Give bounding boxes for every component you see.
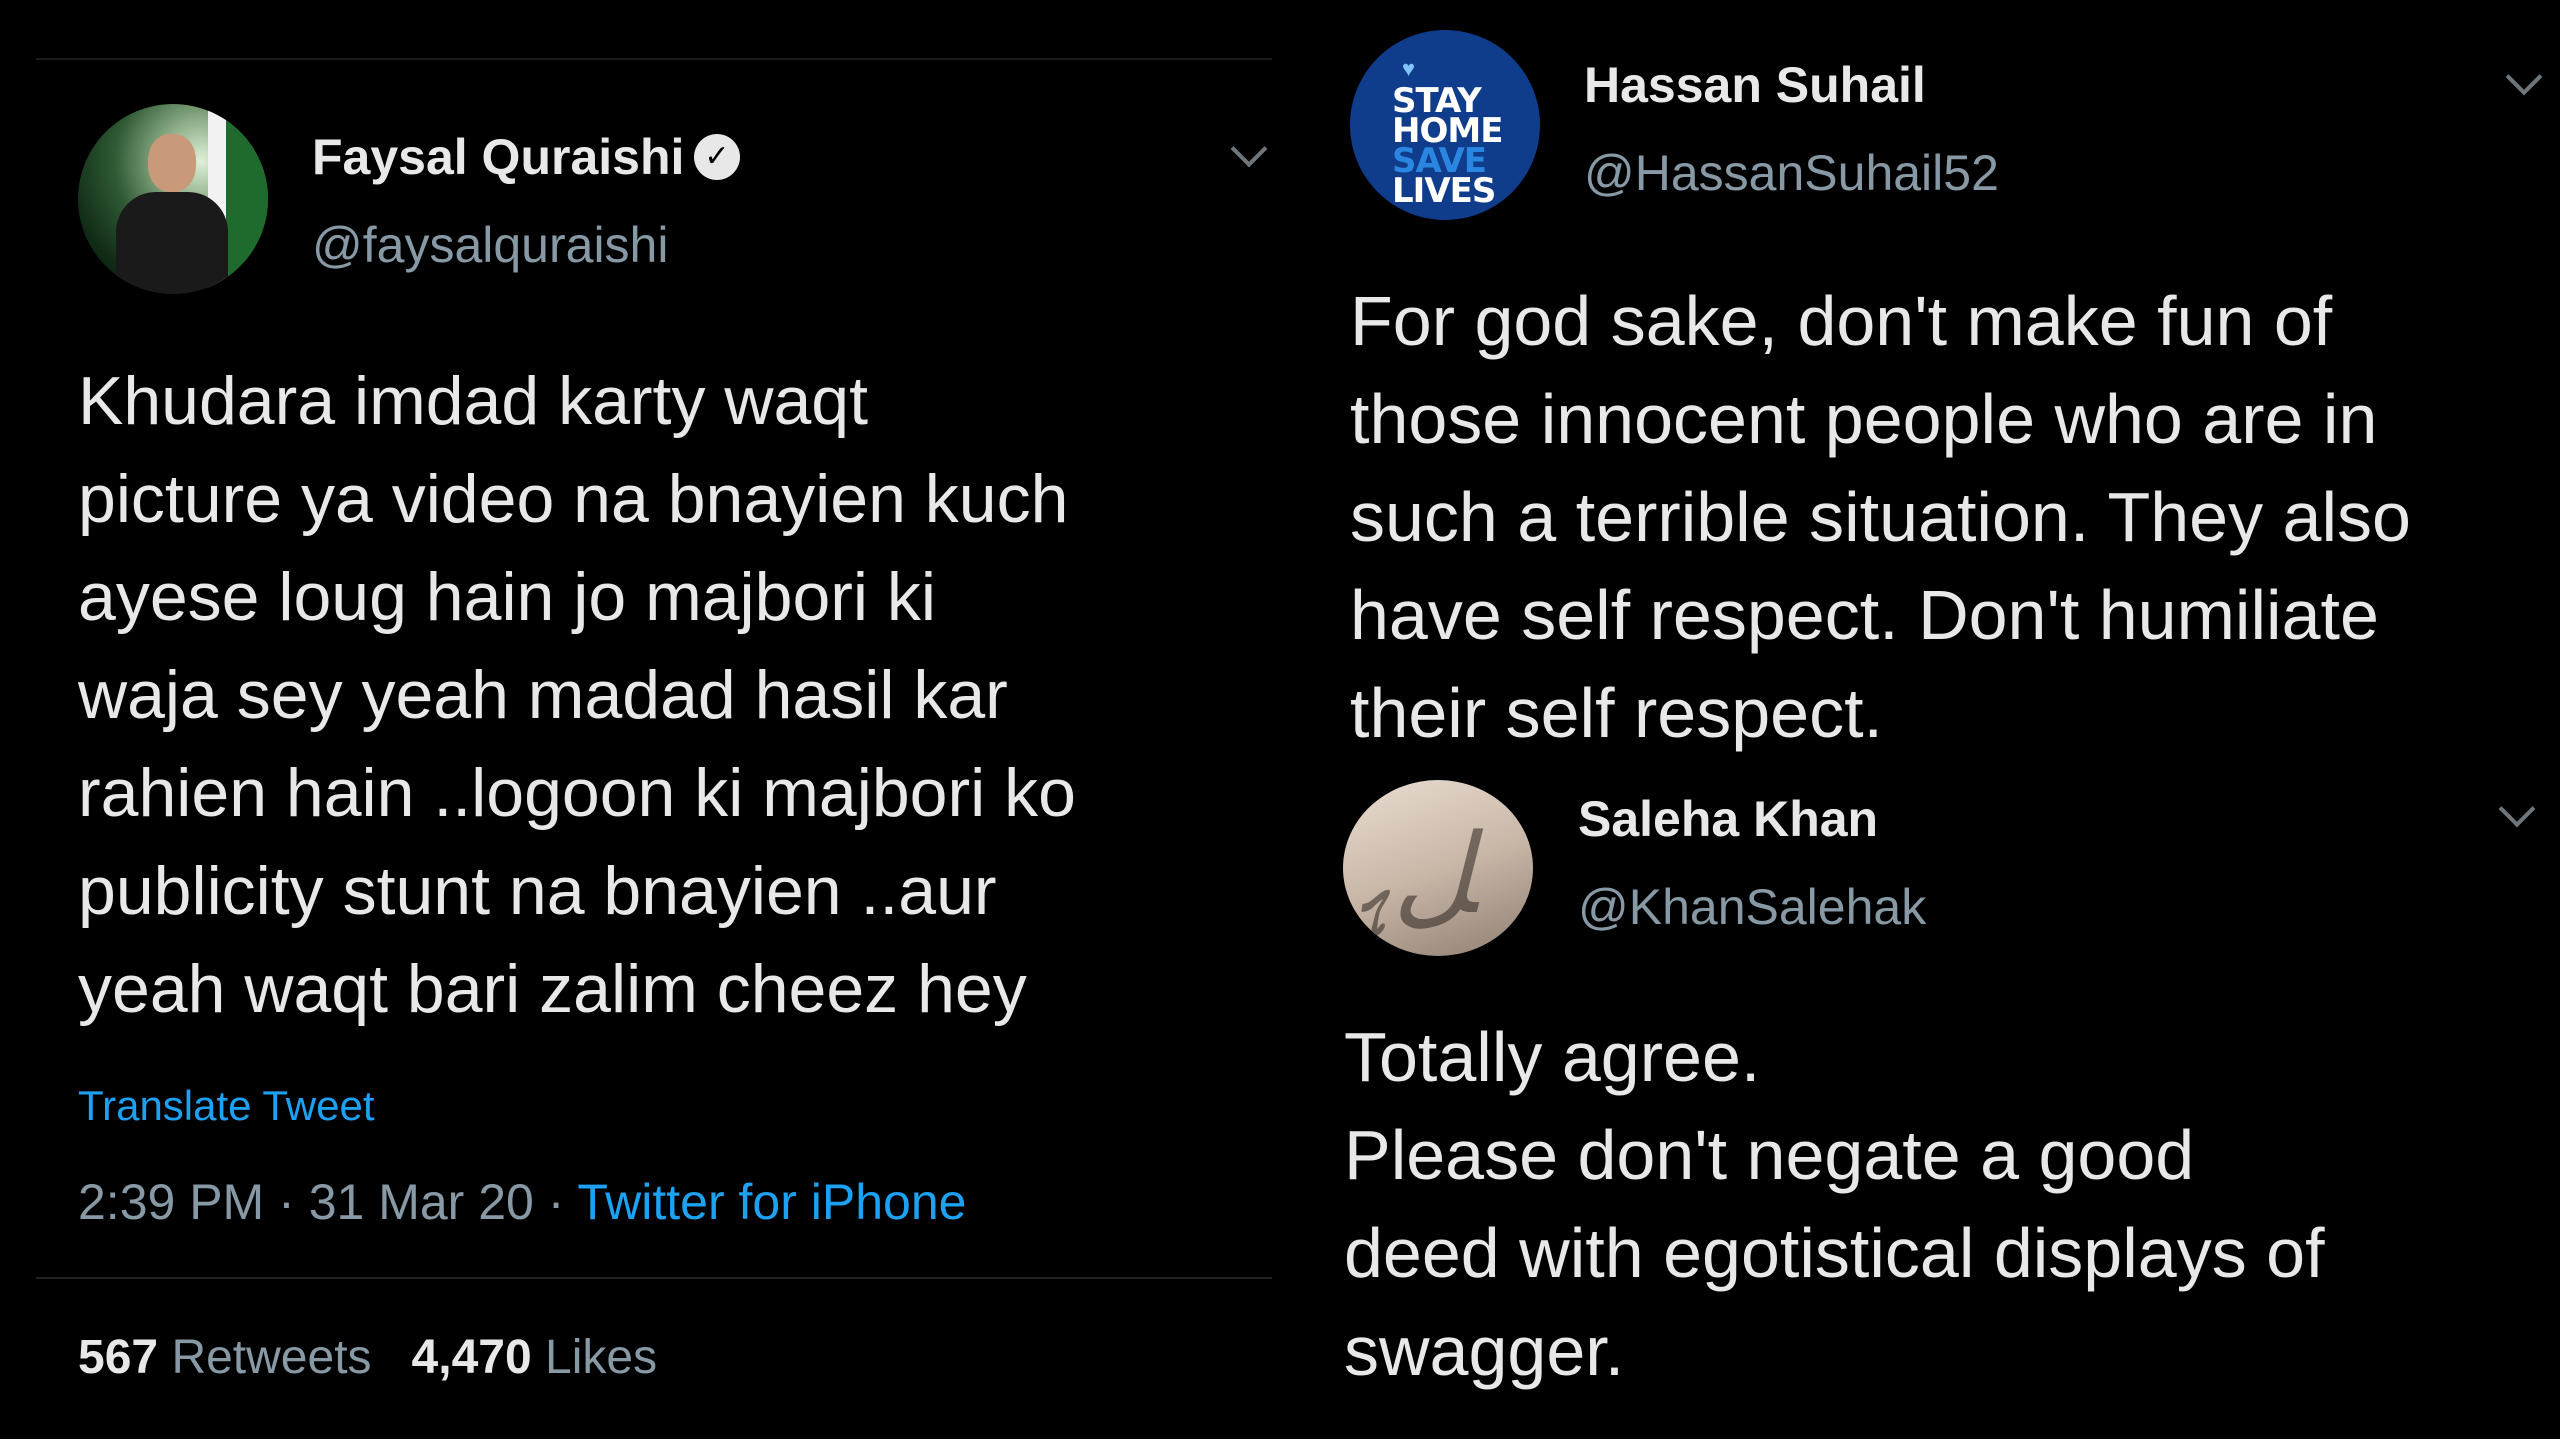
reply-author-handle[interactable]: @HassanSuhail52: [1584, 144, 1999, 202]
tweet-source-link[interactable]: Twitter for iPhone: [577, 1174, 966, 1230]
reply-author-name[interactable]: Saleha Khan: [1578, 790, 1878, 848]
author-handle[interactable]: @faysalquraishi: [312, 216, 668, 274]
avatar-person-head: [148, 134, 196, 192]
retweets-count: 567: [78, 1331, 159, 1384]
saleha-avatar[interactable]: ﻞﮨ: [1343, 780, 1533, 956]
reply-line: deed with egotistical displays of: [1344, 1214, 2325, 1292]
retweets-label: Retweets: [171, 1331, 372, 1384]
reply-line: have self respect. Don't humiliate: [1350, 576, 2379, 654]
likes-stat[interactable]: 4,470 Likes: [412, 1331, 658, 1384]
tweet-meta: 2:39 PM · 31 Mar 20 · Twitter for iPhone: [78, 1173, 966, 1231]
reply-line: such a terrible situation. They also: [1350, 478, 2411, 556]
tweet-line: rahien hain ..logoon ki majbori ko: [78, 755, 1076, 831]
likes-count: 4,470: [411, 1331, 532, 1384]
reply-line: Totally agree.: [1344, 1018, 1761, 1096]
retweets-stat[interactable]: 567 Retweets: [78, 1331, 372, 1384]
tweet-line: waja sey yeah madad hasil kar: [78, 657, 1008, 733]
avatar-person-body: [116, 192, 228, 294]
reply-line: those innocent people who are in: [1350, 380, 2378, 458]
calligraphy-image: ﻞﮨ: [1355, 810, 1502, 938]
tweet-line: picture ya video na bnayien kuch: [78, 461, 1069, 537]
tweet-line: yeah waqt bari zalim cheez hey: [78, 951, 1027, 1027]
meta-separator: ·: [547, 1174, 565, 1230]
meta-separator: ·: [278, 1174, 295, 1230]
reply-line: Please don't negate a good: [1344, 1116, 2195, 1194]
reply-line: their self respect.: [1350, 674, 1883, 752]
tweet-line: publicity stunt na bnayien ..aur: [78, 853, 997, 929]
tweet-line: Khudara imdad karty waqt: [78, 363, 868, 439]
reply-line: swagger.: [1344, 1312, 1625, 1390]
verified-badge-icon: ✓: [694, 134, 740, 180]
reply-body: Totally agree. Please don't negate a goo…: [1344, 1008, 2325, 1400]
chevron-down-icon[interactable]: [1230, 130, 1268, 168]
avatar-text-lives: LIVES: [1392, 171, 1496, 211]
stats-divider: [36, 1277, 1272, 1279]
likes-label: Likes: [545, 1331, 658, 1384]
faysal-avatar[interactable]: [78, 104, 268, 294]
tweet-stats: 567 Retweets 4,470 Likes: [78, 1330, 657, 1385]
tweet-body: Khudara imdad karty waqt picture ya vide…: [78, 352, 1076, 1038]
reply-author-name[interactable]: Hassan Suhail: [1584, 56, 1926, 114]
author-name[interactable]: Faysal Quraishi: [312, 128, 684, 186]
tweet-date: 31 Mar 20: [308, 1174, 534, 1230]
heart-home-icon: ♥: [1402, 56, 1416, 81]
tweet-time: 2:39 PM: [78, 1174, 265, 1230]
translate-tweet-link[interactable]: Translate Tweet: [78, 1082, 374, 1130]
main-tweet-panel: Faysal Quraishi ✓ @faysalquraishi Khudar…: [0, 0, 1300, 1439]
hassan-avatar[interactable]: ♥ STAY HOME SAVE LIVES: [1350, 30, 1540, 220]
reply-author-handle[interactable]: @KhanSalehak: [1578, 878, 1926, 936]
top-divider: [36, 58, 1272, 60]
reply-body: For god sake, don't make fun of those in…: [1350, 272, 2411, 762]
tweet-line: ayese loug hain jo majbori ki: [78, 559, 937, 635]
reply-line: For god sake, don't make fun of: [1350, 282, 2333, 360]
